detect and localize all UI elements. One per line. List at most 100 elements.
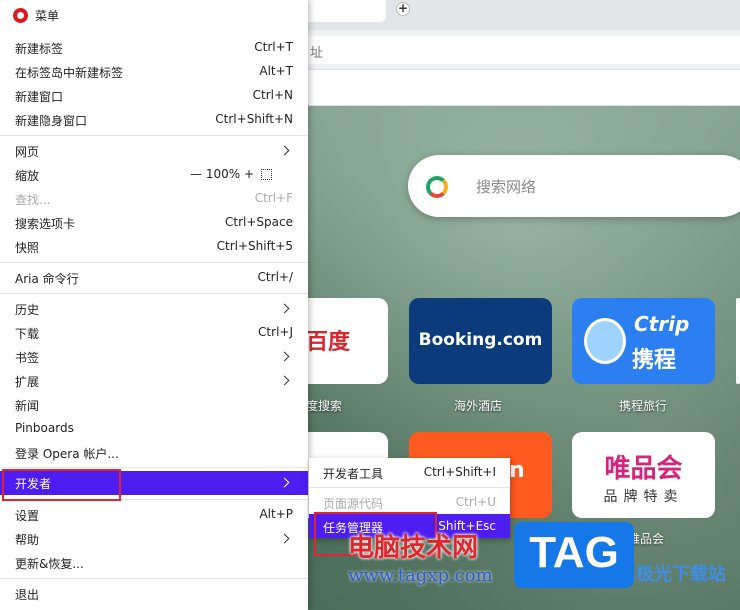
menu-item-label: 扩展: [15, 375, 40, 389]
speed-dial-search[interactable]: 搜索网络: [408, 155, 740, 217]
ctrip-logo-cn: 携程: [632, 348, 677, 373]
chevron-right-icon: [279, 303, 290, 314]
chevron-right-icon: [279, 533, 290, 544]
opera-logo-icon: [13, 8, 28, 23]
menu-item-label: Pinboards: [15, 421, 74, 435]
zoom-in-button[interactable]: +: [244, 167, 254, 181]
menu-item-label: 历史: [15, 303, 40, 317]
submenu-item-label: 开发者工具: [323, 467, 384, 481]
menu-divider: [0, 262, 308, 263]
baidu-logo: 百度: [306, 330, 351, 355]
menu-item-shortcut: Ctrl+F: [254, 191, 293, 205]
menu-item-label: 搜索选项卡: [15, 217, 76, 231]
submenu-item-view-source[interactable]: 页面源代码 Ctrl+U: [309, 490, 510, 514]
menu-item-news[interactable]: 新闻: [0, 393, 308, 417]
menu-item-new-tab[interactable]: 新建标签 Ctrl+T: [0, 36, 308, 60]
menu-item-label: 新建隐身窗口: [15, 114, 88, 128]
menu-item-history[interactable]: 历史: [0, 297, 308, 321]
menu-item-label: 下载: [15, 327, 40, 341]
ctrip-logo-en: Ctrip: [634, 312, 690, 336]
developer-submenu: 开发者工具 Ctrl+Shift+I 页面源代码 Ctrl+U 任务管理器 Sh…: [309, 458, 510, 538]
menu-item-find[interactable]: 查找... Ctrl+F: [0, 187, 308, 211]
watermark-url: www.tagxp.com: [348, 565, 493, 586]
menu-item-label: Aria 命令行: [15, 272, 79, 286]
menu-item-label: 查找...: [15, 193, 51, 207]
menu-item-label: 退出: [15, 588, 40, 602]
menu-item-label: 登录 Opera 帐户...: [15, 447, 119, 461]
menu-item-shortcut: Ctrl+J: [258, 325, 293, 339]
submenu-divider: [309, 487, 510, 488]
menu-item-label: 新建窗口: [15, 90, 64, 104]
ctrip-dolphin-icon: [584, 318, 626, 364]
watermark-tag-logo: TAG: [514, 522, 634, 588]
menu-item-label: 网页: [15, 145, 40, 159]
menu-item-label: 设置: [15, 509, 40, 523]
chevron-right-icon: [279, 145, 290, 156]
menu-item-label: 缩放: [15, 169, 40, 183]
speed-dial-tile-vip[interactable]: 唯品会 品牌特卖: [572, 432, 715, 518]
zoom-out-button[interactable]: —: [190, 167, 202, 181]
chevron-right-icon: [279, 477, 290, 488]
submenu-item-devtools[interactable]: 开发者工具 Ctrl+Shift+I: [309, 460, 510, 484]
menu-item-shortcut: Ctrl+/: [257, 270, 293, 284]
menu-item-downloads[interactable]: 下载 Ctrl+J: [0, 321, 308, 345]
vip-slogan: 品牌特卖: [603, 489, 684, 505]
submenu-item-shortcut: Ctrl+Shift+I: [423, 465, 496, 479]
menu-item-new-window[interactable]: 新建窗口 Ctrl+N: [0, 84, 308, 108]
menu-item-zoom: 缩放 — 100% +: [0, 163, 308, 187]
watermark-title: 电脑技术网: [348, 533, 479, 563]
menu-title: 菜单: [35, 9, 60, 23]
menu-item-new-tab-in-island[interactable]: 在标签岛中新建标签 Alt+T: [0, 60, 308, 84]
menu-item-sign-in[interactable]: 登录 Opera 帐户...: [0, 441, 308, 465]
menu-item-label: 新闻: [15, 399, 40, 413]
menu-item-developer[interactable]: 开发者: [0, 471, 308, 495]
vip-logo: 唯品会: [604, 454, 683, 484]
menu-item-new-private-window[interactable]: 新建隐身窗口 Ctrl+Shift+N: [0, 108, 308, 132]
menu-item-search-tabs[interactable]: 搜索选项卡 Ctrl+Space: [0, 211, 308, 235]
menu-item-page[interactable]: 网页: [0, 139, 308, 163]
menu-divider: [0, 135, 308, 136]
menu-item-shortcut: Ctrl+Shift+5: [216, 239, 293, 253]
tile-label-baidu: 度搜索: [306, 399, 343, 413]
menu-divider: [0, 578, 308, 579]
fullscreen-icon[interactable]: [261, 169, 272, 180]
menu-item-label: 更新&恢复...: [15, 557, 84, 571]
zoom-control: — 100% +: [190, 167, 254, 181]
search-placeholder: 搜索网络: [476, 178, 537, 196]
menu-item-settings[interactable]: 设置 Alt+P: [0, 503, 308, 527]
tile-label-booking: 海外酒店: [454, 399, 503, 413]
chevron-right-icon: [279, 375, 290, 386]
address-placeholder: 址: [310, 46, 324, 61]
menu-item-extensions[interactable]: 扩展: [0, 369, 308, 393]
menu-item-shortcut: Ctrl+T: [254, 40, 293, 54]
speed-dial-tile-partial[interactable]: [736, 298, 740, 384]
menu-item-bookmarks[interactable]: 书签: [0, 345, 308, 369]
menu-item-label: 新建标签: [15, 42, 64, 56]
menu-item-label: 在标签岛中新建标签: [15, 66, 124, 80]
menu-divider: [0, 499, 308, 500]
menu-item-label: 书签: [15, 351, 40, 365]
menu-item-aria[interactable]: Aria 命令行 Ctrl+/: [0, 266, 308, 290]
menu-item-snapshot[interactable]: 快照 Ctrl+Shift+5: [0, 235, 308, 259]
speed-dial-tile-ctrip[interactable]: Ctrip 携程: [572, 298, 715, 384]
submenu-item-label: 页面源代码: [323, 497, 384, 511]
speed-dial-tile-booking[interactable]: Booking.com: [409, 298, 552, 384]
menu-item-label: 开发者: [15, 477, 52, 491]
menu-item-update-recovery[interactable]: 更新&恢复...: [0, 551, 308, 575]
new-tab-plus-icon[interactable]: +: [396, 2, 410, 16]
watermark-tag-text: TAG: [529, 528, 619, 577]
address-input[interactable]: [300, 36, 740, 64]
menu-item-shortcut: Ctrl+Space: [225, 215, 293, 229]
menu-item-pinboards[interactable]: Pinboards: [0, 417, 308, 441]
chevron-right-icon: [279, 351, 290, 362]
menu-item-shortcut: Alt+T: [259, 64, 293, 78]
booking-logo: Booking.com: [418, 330, 543, 350]
menu-item-exit[interactable]: 退出: [0, 582, 308, 606]
menu-item-shortcut: Ctrl+Shift+N: [215, 112, 293, 126]
menu-item-label: 帮助: [15, 533, 40, 547]
menu-item-help[interactable]: 帮助: [0, 527, 308, 551]
menu-item-label: 快照: [15, 241, 40, 255]
menu-item-shortcut: Ctrl+N: [252, 88, 293, 102]
orange-tile-logo: n: [509, 458, 525, 483]
browser-tab[interactable]: [300, 0, 386, 22]
